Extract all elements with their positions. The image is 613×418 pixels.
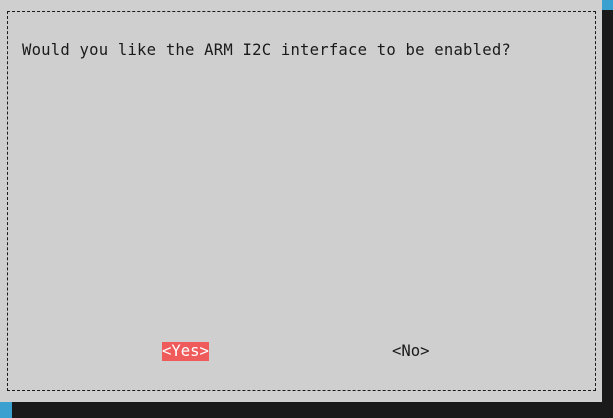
dialog-shadow-bottom bbox=[12, 402, 613, 418]
terminal-screen: Would you like the ARM I2C interface to … bbox=[0, 0, 613, 418]
dialog-shadow-right bbox=[602, 10, 613, 418]
no-button[interactable]: <No> bbox=[392, 342, 430, 361]
dialog-frame bbox=[7, 11, 596, 391]
yes-button[interactable]: <Yes> bbox=[162, 342, 209, 361]
confirm-dialog: Would you like the ARM I2C interface to … bbox=[0, 0, 602, 402]
dialog-prompt: Would you like the ARM I2C interface to … bbox=[22, 41, 511, 59]
